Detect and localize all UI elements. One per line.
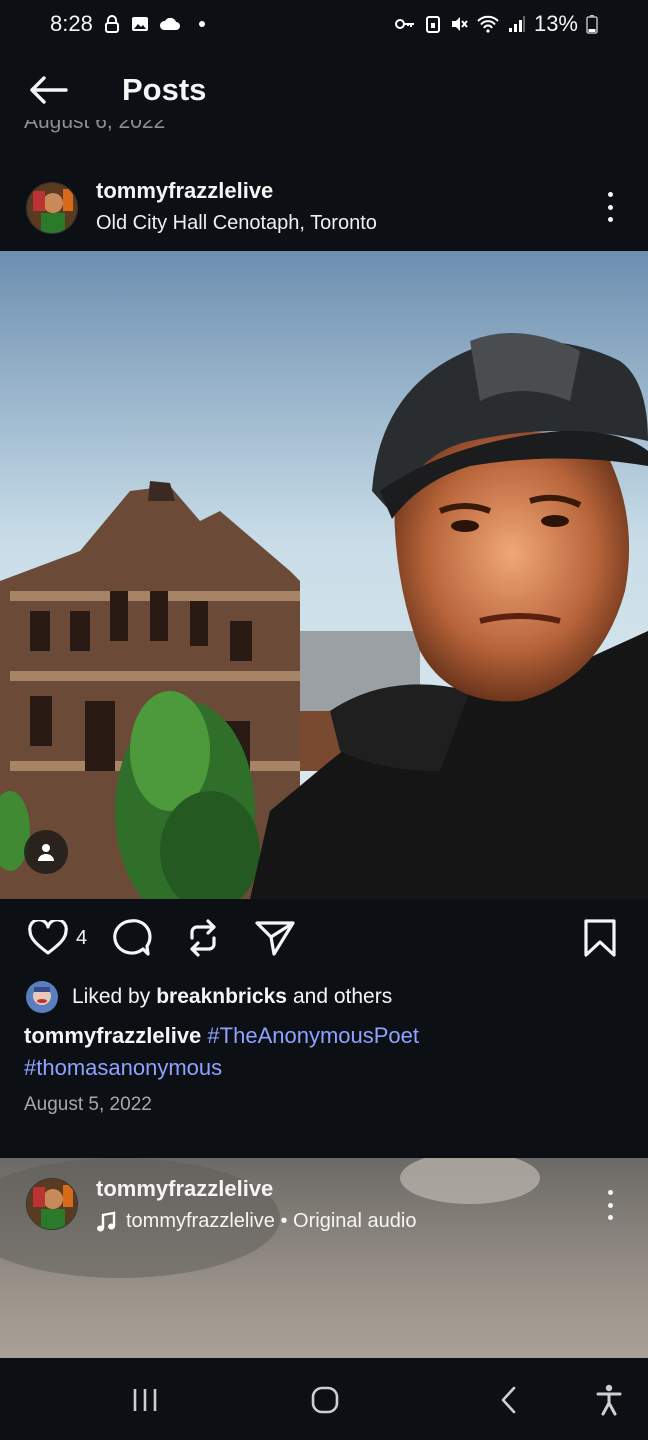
- liked-by-row[interactable]: Liked by breaknbricks and others: [26, 980, 392, 1014]
- key-icon: [394, 19, 414, 29]
- battery-percent: 13%: [533, 11, 578, 36]
- post-date: August 5, 2022: [24, 1094, 152, 1115]
- home-icon: [311, 1386, 339, 1414]
- dot-icon: [198, 21, 205, 27]
- post-actions: 4: [0, 912, 648, 964]
- hashtag-link[interactable]: #TheAnonymousPoet: [207, 1023, 419, 1048]
- next-post[interactable]: tommyfrazzlelive tommyfrazzlelive • Orig…: [0, 1158, 648, 1358]
- status-time: 8:28: [50, 11, 93, 36]
- tagged-users-button[interactable]: [24, 830, 68, 874]
- liker-avatar[interactable]: [26, 981, 58, 1013]
- mute-icon: [451, 17, 468, 31]
- post-location[interactable]: Old City Hall Cenotaph, Toronto: [96, 212, 377, 235]
- repost-button[interactable]: [184, 912, 222, 964]
- person-icon: [38, 844, 54, 861]
- post-image[interactable]: [0, 251, 648, 899]
- hashtag-link[interactable]: #thomasanonymous: [24, 1055, 222, 1080]
- save-button[interactable]: [582, 912, 618, 964]
- recent-apps-button[interactable]: [117, 1372, 173, 1428]
- repost-icon: [190, 919, 216, 957]
- page-title: Posts: [122, 72, 207, 107]
- comment-icon: [113, 919, 152, 956]
- accessibility-button[interactable]: [581, 1372, 637, 1428]
- liked-by-user[interactable]: breaknbricks: [156, 985, 287, 1009]
- back-button[interactable]: [0, 56, 96, 124]
- lock-icon: [104, 15, 119, 33]
- cloud-icon: [159, 17, 180, 30]
- app-header: Posts: [0, 56, 648, 124]
- image-icon: [131, 17, 148, 31]
- avatar[interactable]: [26, 1178, 78, 1230]
- home-button[interactable]: [297, 1372, 353, 1428]
- heart-icon: [28, 920, 68, 955]
- audio-label[interactable]: tommyfrazzlelive • Original audio: [126, 1210, 416, 1233]
- bookmark-icon: [584, 919, 616, 957]
- more-options-icon[interactable]: [596, 192, 624, 222]
- comment-button[interactable]: [110, 912, 152, 964]
- system-nav-bar: [0, 1360, 648, 1440]
- battery-saver-icon: [425, 16, 440, 33]
- like-count[interactable]: 4: [76, 927, 87, 950]
- send-icon: [255, 921, 295, 956]
- liked-by-prefix: Liked by: [72, 985, 151, 1008]
- music-note-icon: [97, 1211, 116, 1231]
- status-bar: 8:28 13%: [0, 0, 648, 48]
- audio-link[interactable]: tommyfrazzlelive • Original audio: [96, 1210, 416, 1233]
- system-back-button[interactable]: [480, 1372, 536, 1428]
- chevron-left-icon: [501, 1386, 516, 1414]
- signal-icon: [508, 16, 525, 32]
- more-options-icon[interactable]: [596, 1190, 624, 1220]
- next-post-username[interactable]: tommyfrazzlelive: [96, 1176, 416, 1202]
- arrow-left-icon: [30, 76, 68, 104]
- avatar[interactable]: [26, 182, 78, 234]
- post-caption: tommyfrazzlelive #TheAnonymousPoet #thom…: [24, 1020, 624, 1084]
- wifi-icon: [477, 15, 499, 33]
- battery-icon: [586, 15, 598, 34]
- post-header: tommyfrazzlelive Old City Hall Cenotaph,…: [0, 172, 648, 244]
- caption-username[interactable]: tommyfrazzlelive: [24, 1023, 201, 1048]
- like-button[interactable]: 4: [28, 912, 87, 964]
- share-button[interactable]: [254, 912, 296, 964]
- accessibility-icon: [596, 1384, 622, 1416]
- previous-post-date: August 6, 2022: [24, 120, 166, 133]
- recent-apps-icon: [133, 1389, 157, 1411]
- liked-by-suffix[interactable]: and others: [293, 985, 392, 1009]
- post-username[interactable]: tommyfrazzlelive: [96, 178, 377, 204]
